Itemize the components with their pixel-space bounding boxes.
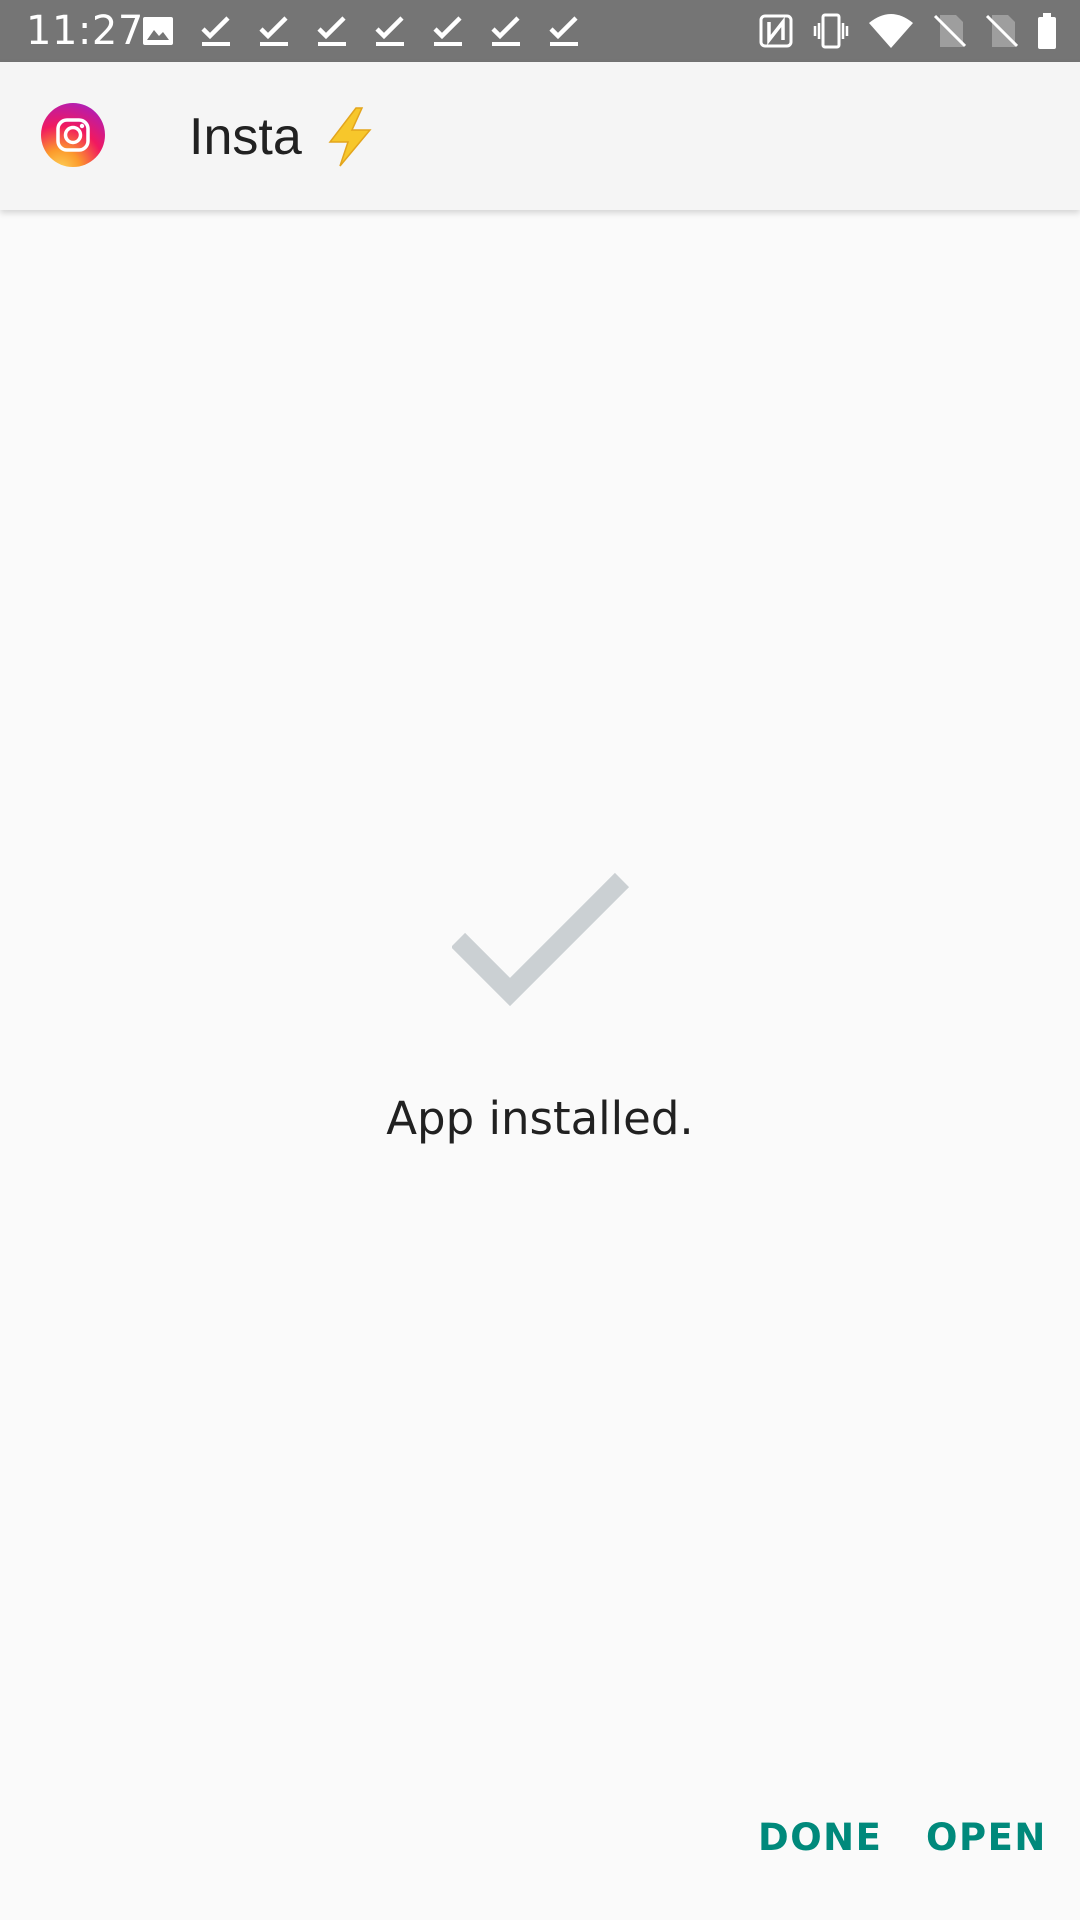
check-icon [317,16,346,46]
status-time: 11:27 [26,8,144,54]
instagram-icon [41,103,105,167]
check-icon [491,16,520,46]
done-button[interactable]: DONE [758,1808,882,1868]
install-status-message: App installed. [386,1092,694,1145]
check-icon [375,16,404,46]
check-icon [201,16,230,46]
lightning-icon [328,107,372,167]
success-check-icon [452,872,630,1007]
system-icons [758,12,1058,50]
wifi-icon [869,14,913,48]
app-name: Insta [189,108,302,166]
image-icon [143,17,173,45]
battery-icon [1038,13,1056,49]
no-sim-icon [933,14,966,48]
check-icon [433,16,462,46]
check-icon [549,16,578,46]
open-button[interactable]: OPEN [926,1808,1047,1868]
status-bar: 11:27 [0,0,1080,62]
check-icon [259,16,288,46]
vibrate-icon [813,13,849,49]
no-sim-icon [985,14,1018,48]
notification-icons [142,13,580,49]
app-title-row: Insta [189,102,378,172]
app-bar: Insta [0,62,1080,210]
nfc-icon [759,14,793,48]
